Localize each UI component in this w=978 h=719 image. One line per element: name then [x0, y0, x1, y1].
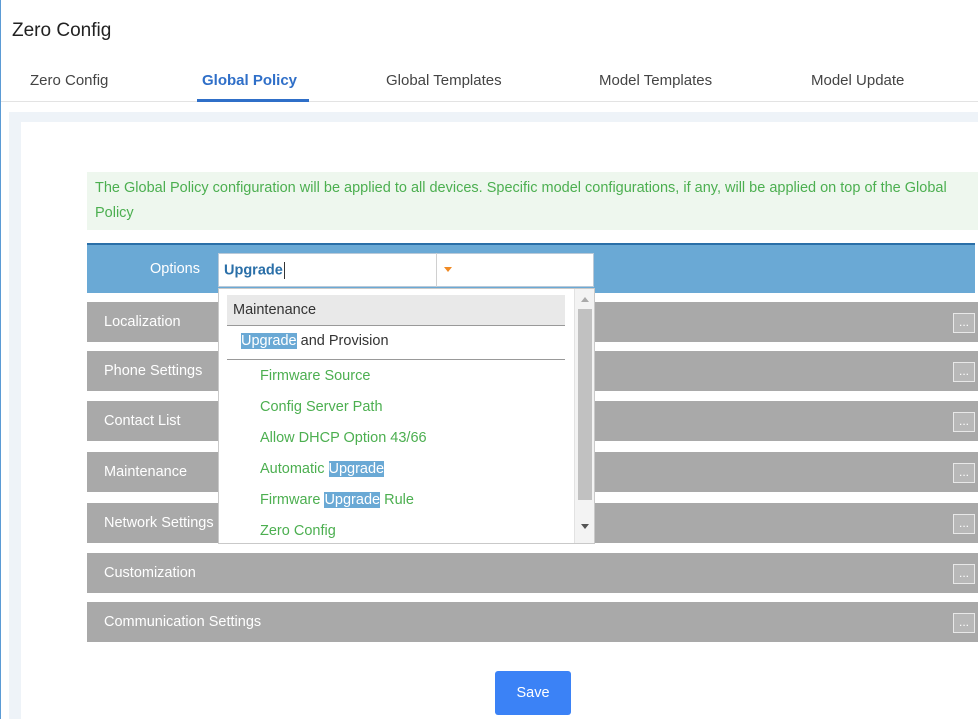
more-options-button[interactable]: ...: [953, 613, 975, 633]
save-button[interactable]: Save: [495, 671, 571, 715]
section-label: Phone Settings: [104, 363, 203, 379]
app-title: Zero Config: [12, 20, 112, 41]
options-input-value: Upgrade: [224, 262, 283, 279]
section-row-customization[interactable]: Customization ...: [87, 553, 978, 593]
section-label: Network Settings: [104, 515, 214, 531]
search-match-highlight: Upgrade: [241, 333, 297, 349]
scroll-down-arrow-icon[interactable]: [581, 524, 589, 529]
options-bar: Options Upgrade: [87, 243, 975, 293]
search-match-highlight: Upgrade: [324, 492, 381, 508]
more-options-button[interactable]: ...: [953, 313, 975, 333]
options-dropdown-list: Maintenance Upgrade and Provision Firmwa…: [218, 288, 595, 544]
more-options-button[interactable]: ...: [953, 514, 975, 534]
section-row-communication-settings[interactable]: Communication Settings ...: [87, 602, 978, 642]
toggle-separator: [436, 253, 437, 287]
tab-model-templates[interactable]: Model Templates: [599, 72, 712, 89]
item-text: Firmware: [260, 492, 325, 508]
dropdown-item-firmware-source[interactable]: Firmware Source: [260, 368, 370, 384]
app-window: Zero Config Zero Config Global Policy Gl…: [0, 0, 978, 719]
section-label: Localization: [104, 314, 181, 330]
active-tab-indicator: [197, 99, 309, 102]
subgroup-text: and Provision: [296, 333, 389, 349]
text-caret: [283, 262, 285, 279]
tab-model-update[interactable]: Model Update: [811, 72, 904, 89]
more-options-button[interactable]: ...: [953, 412, 975, 432]
chevron-down-icon: [444, 267, 452, 272]
options-label: Options: [150, 261, 200, 277]
dropdown-scrollbar[interactable]: [574, 289, 594, 543]
more-options-button[interactable]: ...: [953, 564, 975, 584]
tab-global-templates[interactable]: Global Templates: [386, 72, 502, 89]
tab-zero-config[interactable]: Zero Config: [30, 72, 108, 89]
dropdown-item-automatic-upgrade[interactable]: Automatic Upgrade: [260, 461, 385, 477]
dropdown-group-header: Maintenance: [227, 295, 565, 326]
item-text: Automatic: [260, 461, 329, 477]
info-notice: The Global Policy configuration will be …: [87, 172, 978, 230]
dropdown-item-firmware-upgrade-rule[interactable]: Firmware Upgrade Rule: [260, 492, 414, 508]
dropdown-item-zero-config[interactable]: Zero Config: [260, 523, 336, 539]
section-label: Maintenance: [104, 464, 188, 480]
dropdown-subgroup-header: Upgrade and Provision: [241, 333, 389, 349]
section-label: Contact List: [104, 413, 181, 429]
section-label: Communication Settings: [104, 614, 262, 630]
section-label: Customization: [104, 565, 196, 581]
scrollbar-thumb[interactable]: [578, 309, 592, 500]
options-dropdown-toggle[interactable]: [436, 253, 594, 287]
more-options-button[interactable]: ...: [953, 362, 975, 382]
item-text: Rule: [380, 492, 414, 508]
dropdown-item-allow-dhcp-option[interactable]: Allow DHCP Option 43/66: [260, 430, 427, 446]
dropdown-divider: [227, 359, 565, 360]
dropdown-item-config-server-path[interactable]: Config Server Path: [260, 399, 383, 415]
more-options-button[interactable]: ...: [953, 463, 975, 483]
search-match-highlight: Upgrade: [328, 461, 385, 477]
tab-bar: Zero Config Global Policy Global Templat…: [1, 62, 978, 102]
tab-global-policy[interactable]: Global Policy: [202, 72, 297, 89]
scroll-up-arrow-icon[interactable]: [581, 297, 589, 302]
